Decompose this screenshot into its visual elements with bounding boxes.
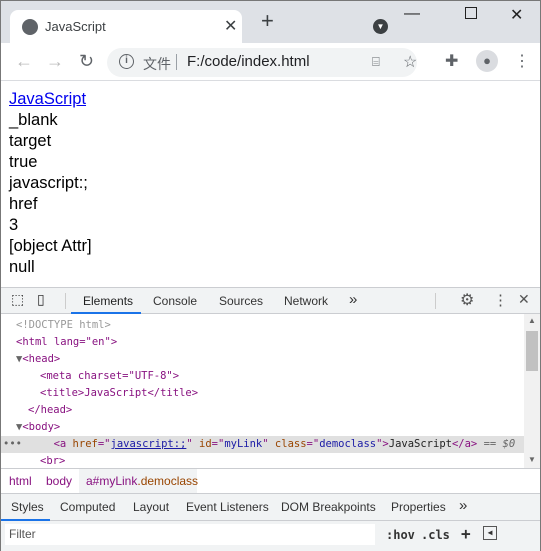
toggle-sidebar-icon[interactable]: ◀ [483, 526, 497, 540]
filter-input[interactable]: Filter [5, 524, 375, 545]
head-close-tag: </head> [28, 404, 73, 416]
dollar-zero-hint: == $0 [477, 438, 516, 450]
styles-tabbar: Styles Computed Layout Event Listeners D… [1, 493, 540, 521]
breadcrumb: html body a#myLink.democlass [1, 468, 540, 493]
cls-button[interactable]: .cls [421, 528, 450, 542]
doctype-text: <!DOCTYPE html> [16, 319, 111, 331]
tab-layout[interactable]: Layout [133, 500, 169, 514]
dom-node-doctype[interactable]: <!DOCTYPE html> [16, 317, 539, 334]
ellipsis-icon[interactable]: ••• [1, 438, 22, 450]
tab-elements[interactable]: Elements [83, 294, 133, 308]
translate-icon[interactable]: ⌸ [372, 54, 380, 70]
dom-node-head-close[interactable]: </head> [28, 402, 541, 419]
more-tabs-icon[interactable]: » [459, 497, 467, 514]
a-text: JavaScript [388, 438, 452, 450]
minimize-button[interactable]: — [404, 5, 420, 23]
tab-search-icon[interactable]: ▼ [373, 19, 388, 34]
profile-avatar-icon[interactable]: ● [476, 50, 498, 72]
output-line: javascript:; [9, 174, 88, 192]
tab-sources[interactable]: Sources [219, 294, 263, 308]
device-toolbar-icon[interactable]: ▯ [37, 291, 45, 308]
output-line: true [9, 153, 38, 171]
br-tag: <br> [40, 455, 66, 467]
devtools-tabbar: ⬚ ▯ Elements Console Sources Network » ⚙… [1, 287, 540, 314]
output-line: href [9, 195, 38, 213]
dom-tree[interactable]: <!DOCTYPE html> <html lang="en"> ▼<head>… [1, 314, 524, 468]
back-icon[interactable]: ← [15, 51, 33, 72]
tab-properties[interactable]: Properties [391, 500, 446, 514]
tab-styles[interactable]: Styles [11, 500, 44, 514]
breadcrumb-html[interactable]: html [9, 474, 32, 488]
output-line: target [9, 132, 52, 150]
close-tab-icon[interactable]: ✕ [224, 16, 237, 36]
address-bar[interactable]: i 文件 F:/code/index.html ⌸ ☆ [107, 48, 417, 77]
tab-event-listeners[interactable]: Event Listeners [186, 500, 269, 514]
url-text[interactable]: F:/code/index.html [187, 53, 310, 70]
href-link[interactable]: javascript:; [111, 438, 187, 450]
new-tab-button[interactable]: + [261, 10, 274, 32]
new-style-rule-icon[interactable]: + [461, 524, 471, 543]
body-tag: <body> [22, 421, 61, 433]
meta-tag: <meta charset="UTF-8"> [40, 370, 180, 382]
inspect-element-icon[interactable]: ⬚ [11, 291, 24, 308]
page-content: JavaScript _blank target true javascript… [9, 89, 92, 278]
maximize-button[interactable] [465, 7, 477, 19]
divider [176, 54, 177, 70]
dom-node-title[interactable]: <title>JavaScript</title> [40, 385, 541, 402]
devtools-menu-icon[interactable]: ⋮ [493, 291, 508, 309]
tab-computed[interactable]: Computed [60, 500, 115, 514]
class-value: democlass [319, 438, 377, 450]
output-line: null [9, 258, 35, 276]
title-tag: <title>JavaScript</title> [40, 387, 199, 399]
globe-icon [22, 19, 38, 35]
bookmark-star-icon[interactable]: ☆ [403, 52, 417, 72]
divider [435, 293, 436, 309]
breadcrumb-a-id: a#myLink [86, 474, 138, 488]
menu-kebab-icon[interactable]: ⋮ [514, 51, 530, 71]
html-tag: <html lang="en"> [16, 336, 118, 348]
close-devtools-icon[interactable]: ✕ [518, 291, 530, 308]
dom-node-html[interactable]: <html lang="en"> [16, 334, 539, 351]
tab-network[interactable]: Network [284, 294, 328, 308]
styles-filter-bar: Filter :hov .cls + ◀ [1, 521, 540, 551]
settings-gear-icon[interactable]: ⚙ [460, 290, 474, 310]
scroll-down-icon[interactable]: ▼ [528, 455, 536, 464]
tab-console[interactable]: Console [153, 294, 197, 308]
head-tag: <head> [22, 353, 61, 365]
dom-node-body[interactable]: ▼<body> [16, 419, 539, 436]
divider [65, 293, 66, 309]
url-scheme-label: 文件 [143, 56, 171, 72]
forward-icon[interactable]: → [46, 51, 64, 72]
dom-node-a-selected[interactable]: ••• <a href="javascript:;" id="myLink" c… [1, 436, 524, 453]
output-line: _blank [9, 111, 58, 129]
tab-title: JavaScript [45, 19, 106, 34]
breadcrumb-a[interactable]: a#myLink.democlass [79, 469, 199, 493]
extensions-icon[interactable]: ✚ [445, 51, 458, 71]
browser-tab[interactable]: JavaScript ✕ [10, 10, 242, 44]
tab-dom-breakpoints[interactable]: DOM Breakpoints [281, 500, 376, 514]
scroll-up-icon[interactable]: ▲ [528, 316, 536, 325]
breadcrumb-body[interactable]: body [46, 474, 72, 488]
dom-scrollbar[interactable]: ▲ ▼ [524, 314, 540, 468]
dom-node-head[interactable]: ▼<head> [16, 351, 539, 368]
output-line: 3 [9, 216, 19, 234]
scrollbar-thumb[interactable] [526, 331, 538, 371]
id-value: myLink [224, 438, 263, 450]
info-icon[interactable]: i [119, 54, 134, 69]
javascript-link[interactable]: JavaScript [9, 90, 86, 108]
breadcrumb-a-class: .democlass [137, 474, 199, 488]
more-tabs-icon[interactable]: » [349, 291, 357, 308]
dom-node-meta[interactable]: <meta charset="UTF-8"> [40, 368, 541, 385]
hov-button[interactable]: :hov [386, 528, 415, 542]
browser-toolbar: ← → ↻ i 文件 F:/code/index.html ⌸ ☆ ✚ ● ⋮ [1, 43, 540, 81]
close-window-button[interactable]: ✕ [510, 5, 523, 25]
reload-icon[interactable]: ↻ [79, 51, 94, 72]
tab-strip: JavaScript ✕ + ▼ — ✕ [1, 1, 540, 44]
output-line: [object Attr] [9, 237, 92, 255]
